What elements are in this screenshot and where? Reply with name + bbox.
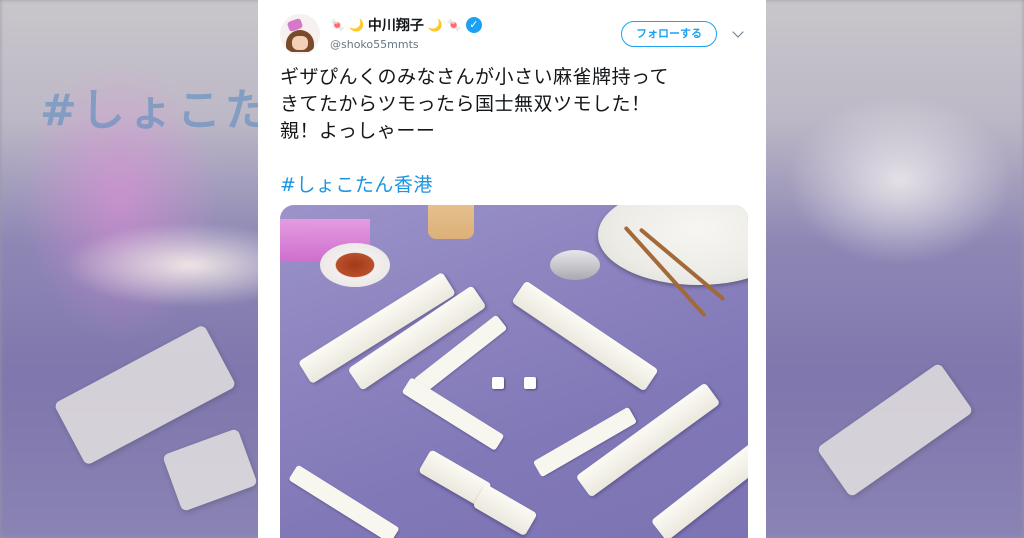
hashtag-link[interactable]: #しょこたん香港 <box>280 170 433 197</box>
avatar[interactable] <box>280 14 320 54</box>
candy-emoji-icon: 🍬 <box>446 18 462 32</box>
tweet-text-line: きてたからツモったら国士無双ツモした！ <box>280 93 651 115</box>
name-row[interactable]: 🍬 🌙 中川翔子 🌙 🍬 ✓ <box>330 14 482 36</box>
tweet-text-line: ギザぴんくのみなさんが小さい麻雀牌持って <box>280 66 670 88</box>
moon-emoji-icon: 🌙 <box>427 18 443 32</box>
tweet-photo[interactable] <box>280 205 748 538</box>
moon-emoji-icon: 🌙 <box>348 18 364 32</box>
tweet-text-line: 親！よっしゃーー <box>280 120 436 142</box>
user-handle[interactable]: @shoko55mmts <box>330 38 419 51</box>
candy-emoji-icon: 🍬 <box>330 18 345 32</box>
verified-badge-icon: ✓ <box>465 17 482 33</box>
chevron-down-icon[interactable] <box>732 26 744 38</box>
tweet-card: 🍬 🌙 中川翔子 🌙 🍬 ✓ @shoko55mmts フォローする ギザぴんく… <box>258 0 766 538</box>
follow-button[interactable]: フォローする <box>621 21 717 47</box>
display-name[interactable]: 中川翔子 <box>368 15 424 35</box>
tweet-text: ギザぴんくのみなさんが小さい麻雀牌持って きてたからツモったら国士無双ツモした！… <box>280 64 750 145</box>
